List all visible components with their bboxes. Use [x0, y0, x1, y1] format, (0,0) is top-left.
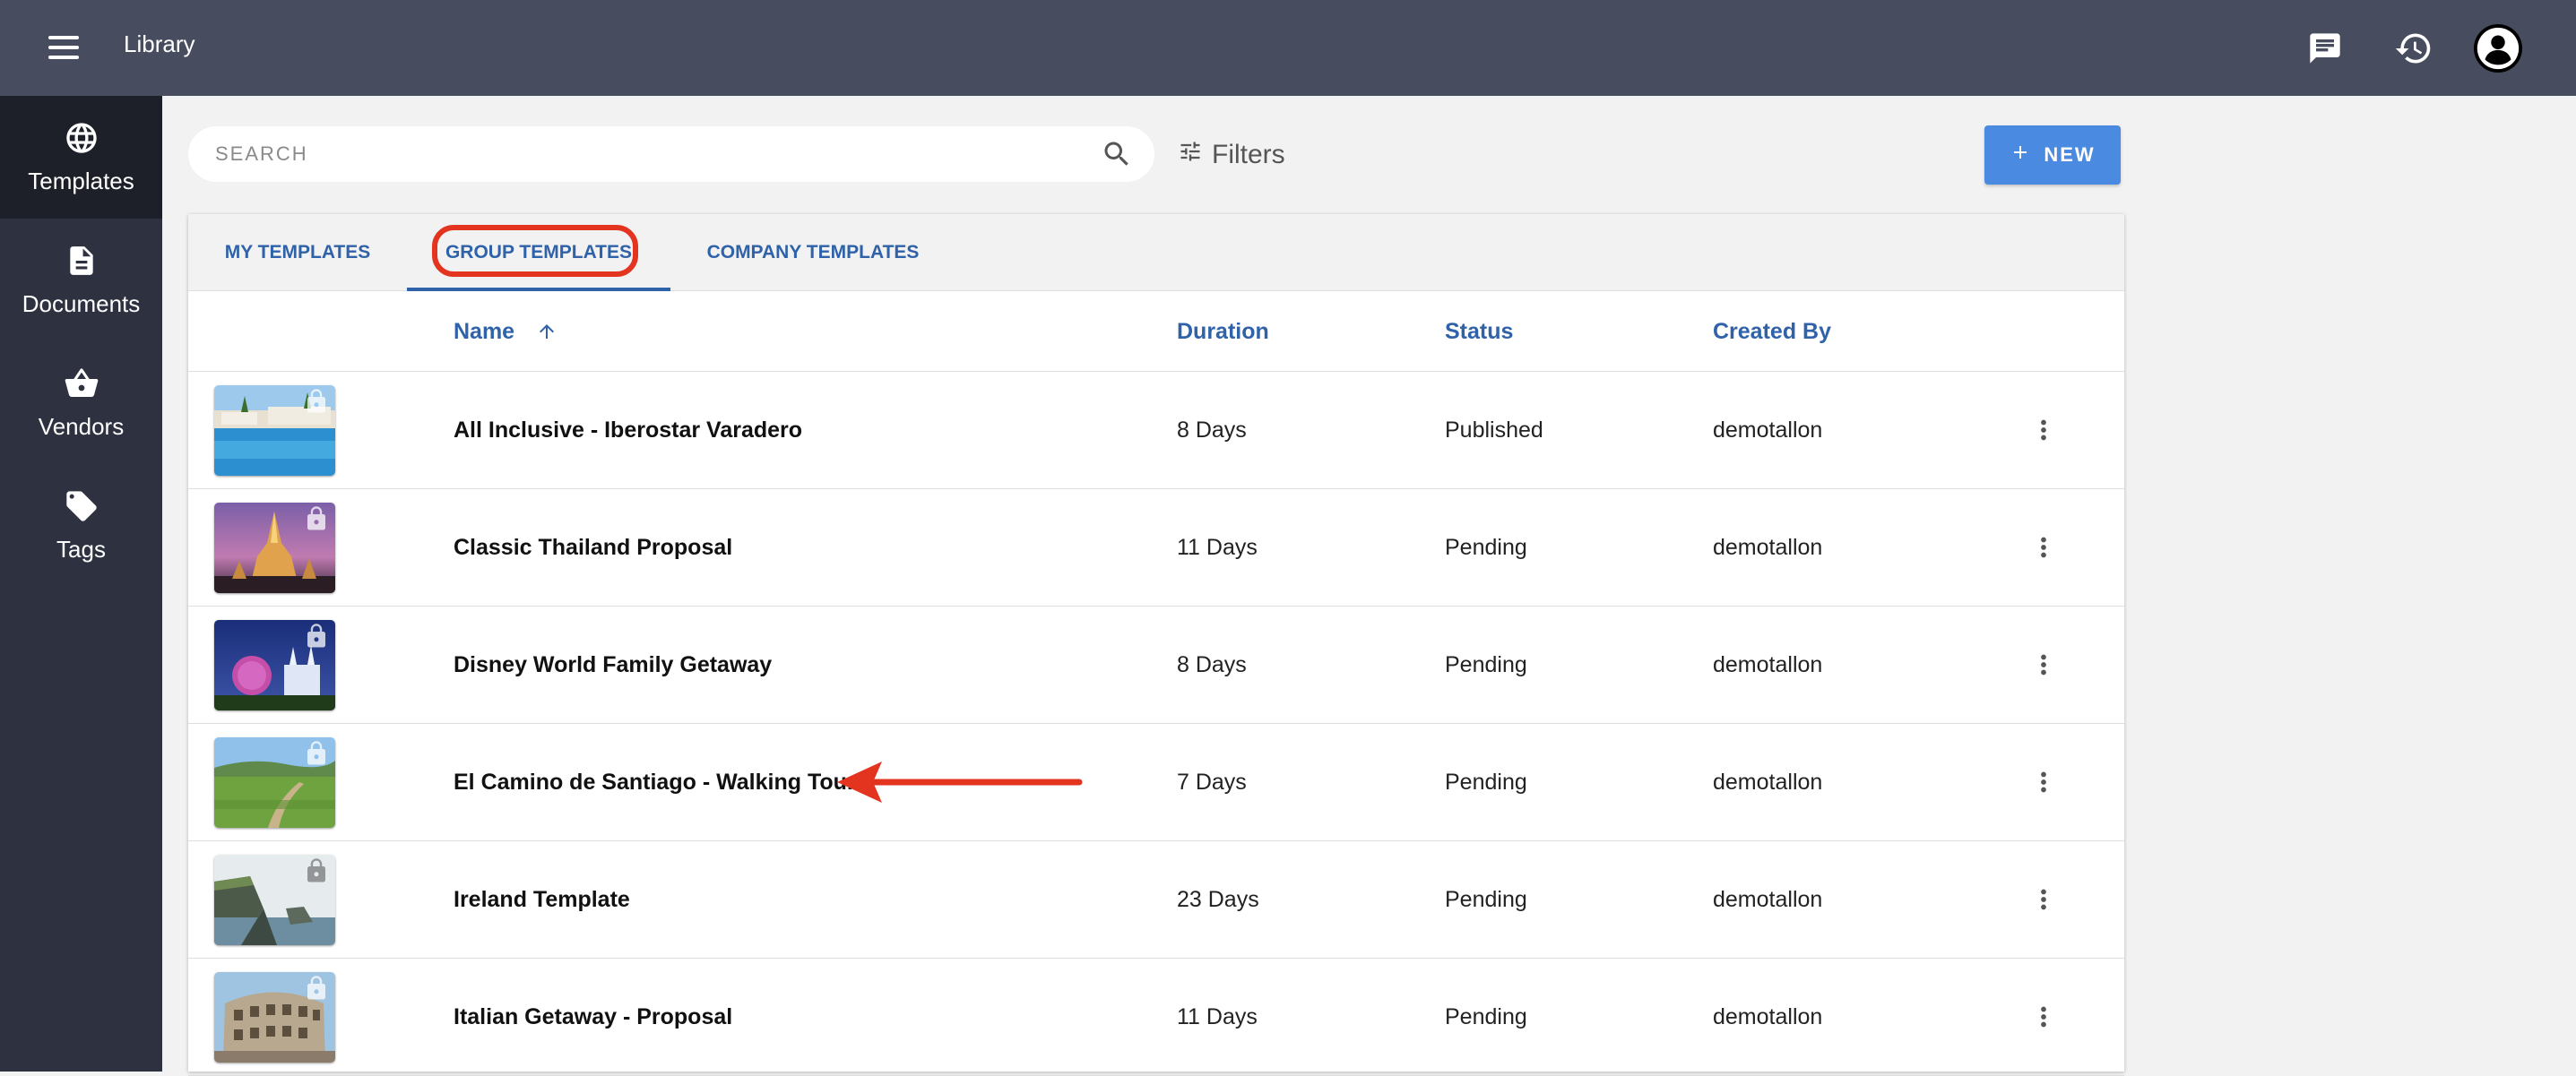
sidebar-item-templates[interactable]: Templates: [0, 96, 162, 219]
sidebar-item-label: Tags: [56, 535, 106, 563]
column-header-duration[interactable]: Duration: [1177, 291, 1269, 372]
sidebar-item-label: Vendors: [38, 412, 125, 440]
template-duration: 8 Days: [1177, 417, 1247, 443]
template-created-by: demotallon: [1713, 417, 1823, 443]
document-icon: [65, 243, 99, 283]
search-bar: [188, 126, 1154, 182]
tab-company-templates[interactable]: COMPANY TEMPLATES: [670, 214, 955, 291]
template-name[interactable]: Italian Getaway - Proposal: [454, 959, 732, 1076]
tune-icon: [1178, 139, 1203, 171]
template-status: Pending: [1445, 887, 1527, 912]
column-header-created-by[interactable]: Created By: [1713, 291, 1831, 372]
table-row[interactable]: All Inclusive - Iberostar Varadero 8 Day…: [188, 372, 2124, 489]
new-button[interactable]: NEW: [1984, 125, 2121, 185]
template-status: Pending: [1445, 652, 1527, 677]
template-created-by: demotallon: [1713, 887, 1823, 912]
column-header-status[interactable]: Status: [1445, 291, 1513, 372]
lock-icon: [303, 974, 330, 1003]
column-header-name[interactable]: Name: [454, 291, 558, 372]
template-duration: 8 Days: [1177, 652, 1247, 677]
template-duration: 11 Days: [1177, 1004, 1258, 1029]
globe-icon: [64, 120, 99, 160]
table-row[interactable]: Ireland Template 23 Days Pending demotal…: [188, 841, 2124, 959]
table-row[interactable]: El Camino de Santiago - Walking Tour 7 D…: [188, 724, 2124, 841]
template-created-by: demotallon: [1713, 652, 1823, 677]
template-name[interactable]: El Camino de Santiago - Walking Tour: [454, 724, 856, 841]
table-row[interactable]: Classic Thailand Proposal 11 Days Pendin…: [188, 489, 2124, 607]
new-button-label: NEW: [2044, 143, 2096, 166]
template-name[interactable]: All Inclusive - Iberostar Varadero: [454, 372, 802, 489]
sidebar: Templates Documents Vendors Tags: [0, 96, 162, 1072]
more-vert-icon[interactable]: [2021, 877, 2066, 922]
tab-group-templates[interactable]: GROUP TEMPLATES: [407, 214, 670, 291]
plus-icon: [2010, 142, 2031, 168]
template-thumbnail: [214, 620, 335, 710]
template-duration: 11 Days: [1177, 535, 1258, 560]
template-duration: 23 Days: [1177, 887, 1259, 912]
template-status: Pending: [1445, 770, 1527, 795]
template-created-by: demotallon: [1713, 1004, 1823, 1029]
sort-ascending-icon: [536, 321, 558, 342]
template-thumbnail: [214, 855, 335, 945]
more-vert-icon[interactable]: [2021, 642, 2066, 687]
table-row[interactable]: Italian Getaway - Proposal 11 Days Pendi…: [188, 959, 2124, 1076]
more-vert-icon[interactable]: [2021, 525, 2066, 570]
table-header: Name Duration Status Created By: [188, 291, 2124, 372]
template-created-by: demotallon: [1713, 535, 1823, 560]
template-thumbnail: [214, 737, 335, 828]
template-thumbnail: [214, 972, 335, 1063]
table-row[interactable]: Disney World Family Getaway 8 Days Pendi…: [188, 607, 2124, 724]
sidebar-item-label: Documents: [22, 289, 141, 317]
template-name[interactable]: Disney World Family Getaway: [454, 607, 772, 724]
sidebar-item-label: Templates: [28, 167, 134, 194]
top-app-bar: Library: [0, 0, 2576, 96]
sidebar-item-documents[interactable]: Documents: [0, 219, 162, 341]
lock-icon: [303, 387, 330, 416]
chat-icon[interactable]: [2300, 23, 2350, 73]
filters-button[interactable]: Filters: [1178, 134, 1285, 176]
template-status: Pending: [1445, 1004, 1527, 1029]
template-tabs: MY TEMPLATES GROUP TEMPLATES COMPANY TEM…: [188, 214, 2124, 291]
template-duration: 7 Days: [1177, 770, 1247, 795]
sidebar-item-vendors[interactable]: Vendors: [0, 341, 162, 464]
more-vert-icon[interactable]: [2021, 760, 2066, 805]
template-thumbnail: [214, 503, 335, 593]
account-avatar-icon[interactable]: [2473, 23, 2523, 73]
template-status: Pending: [1445, 535, 1527, 560]
history-icon[interactable]: [2389, 23, 2439, 73]
hamburger-menu-icon[interactable]: [48, 30, 82, 65]
templates-card: MY TEMPLATES GROUP TEMPLATES COMPANY TEM…: [188, 214, 2124, 1076]
template-name[interactable]: Ireland Template: [454, 841, 630, 959]
search-icon[interactable]: [1101, 138, 1133, 175]
filters-label: Filters: [1212, 140, 1285, 169]
template-name[interactable]: Classic Thailand Proposal: [454, 489, 732, 607]
lock-icon: [303, 856, 330, 885]
search-input[interactable]: [213, 142, 1056, 167]
more-vert-icon[interactable]: [2021, 408, 2066, 452]
tag-icon: [64, 488, 99, 529]
column-header-label: Name: [454, 318, 515, 344]
lock-icon: [303, 504, 330, 533]
app-title: Library: [124, 30, 195, 57]
template-status: Published: [1445, 417, 1543, 443]
lock-icon: [303, 739, 330, 768]
basket-icon: [63, 366, 100, 406]
lock-icon: [303, 622, 330, 650]
template-thumbnail: [214, 385, 335, 476]
tab-my-templates[interactable]: MY TEMPLATES: [188, 214, 407, 291]
sidebar-item-tags[interactable]: Tags: [0, 464, 162, 587]
more-vert-icon[interactable]: [2021, 994, 2066, 1039]
template-created-by: demotallon: [1713, 770, 1823, 795]
